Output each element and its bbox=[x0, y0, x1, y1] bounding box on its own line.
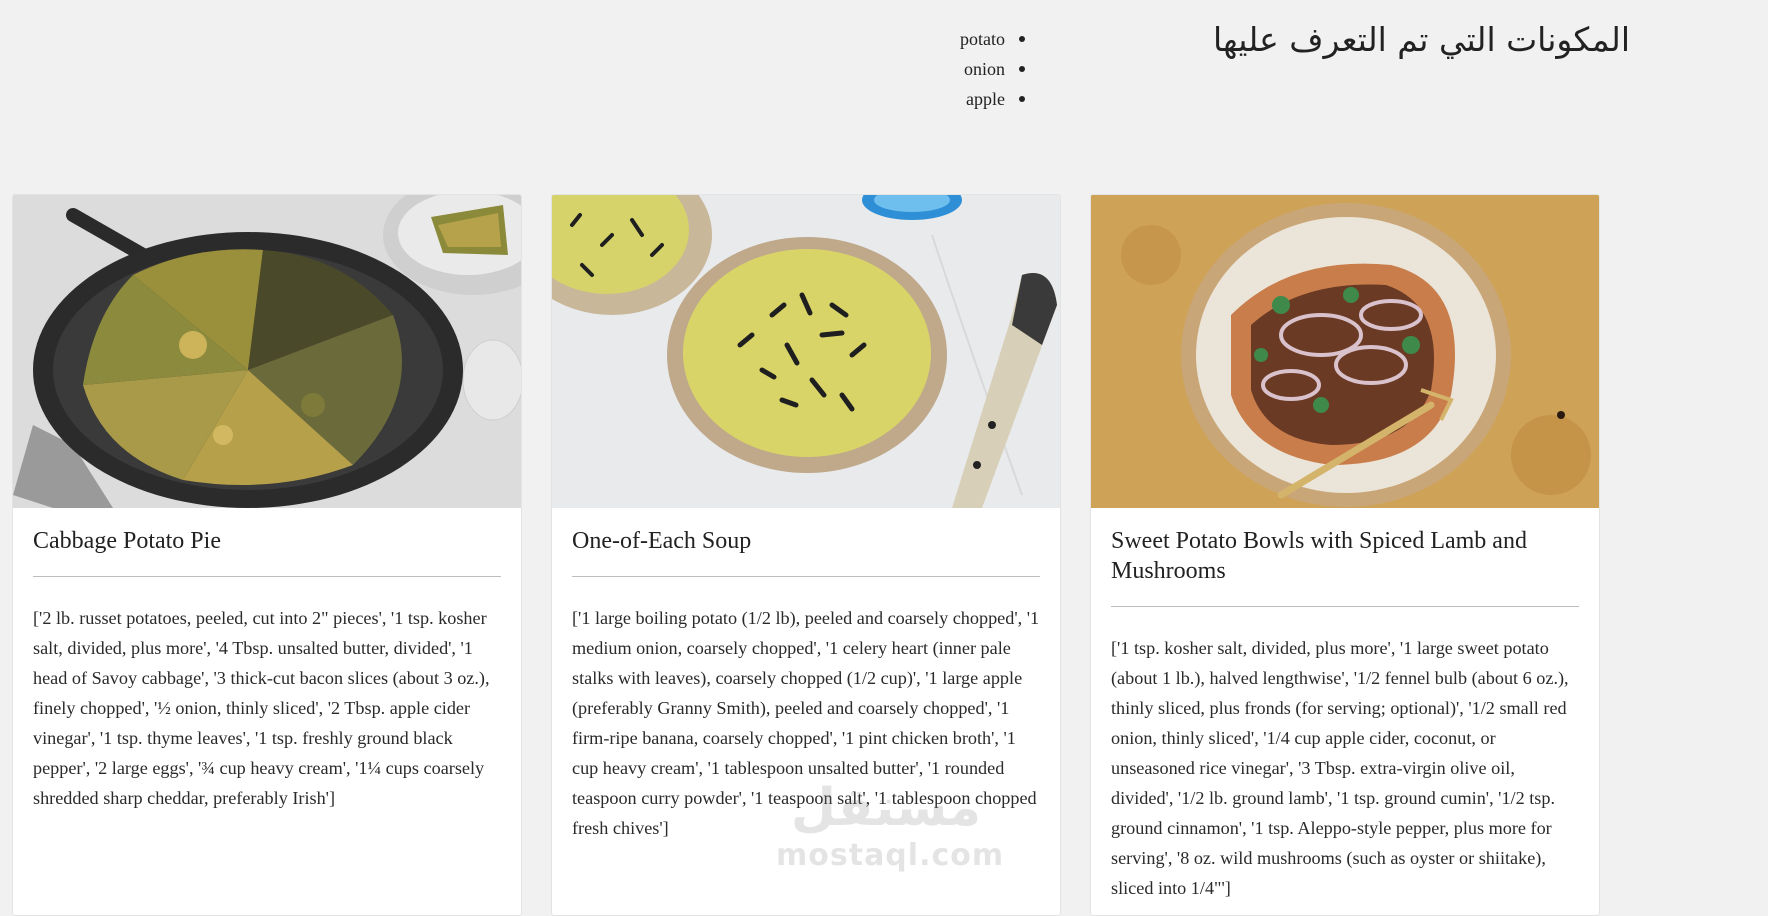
recipe-ingredients: ['2 lb. russet potatoes, peeled, cut int… bbox=[33, 608, 490, 808]
detected-ingredients-list: potato onion apple bbox=[960, 24, 1025, 114]
page-title: المكونات التي تم التعرف عليها bbox=[1212, 20, 1630, 59]
ingredient-item: apple bbox=[960, 84, 1025, 114]
ingredient-label: potato bbox=[960, 29, 1005, 49]
bullet-icon bbox=[1019, 66, 1025, 72]
ingredient-item: potato bbox=[960, 24, 1025, 54]
page-header: المكونات التي تم التعرف عليها potato oni… bbox=[0, 0, 1768, 140]
divider bbox=[33, 576, 501, 577]
bullet-icon bbox=[1019, 36, 1025, 42]
divider bbox=[1111, 606, 1579, 607]
recipe-card[interactable]: One-of-Each Soup ['1 large boiling potat… bbox=[551, 194, 1061, 916]
ingredient-label: onion bbox=[963, 59, 1005, 79]
bullet-icon bbox=[1019, 96, 1025, 102]
frittata-skillet-photo bbox=[13, 195, 521, 508]
recipe-title[interactable]: One-of-Each Soup bbox=[572, 526, 1040, 556]
recipe-ingredients: ['1 large boiling potato (1/2 lb), peele… bbox=[572, 608, 1040, 838]
recipe-ingredients: ['1 tsp. kosher salt, divided, plus more… bbox=[1111, 638, 1569, 898]
sweet-potato-plate-photo bbox=[1091, 195, 1599, 508]
recipe-title[interactable]: Sweet Potato Bowls with Spiced Lamb and … bbox=[1111, 526, 1579, 586]
recipe-card[interactable]: Sweet Potato Bowls with Spiced Lamb and … bbox=[1090, 194, 1600, 916]
divider bbox=[572, 576, 1040, 577]
green-soup-bowl-photo bbox=[552, 195, 1060, 508]
recipe-title[interactable]: Cabbage Potato Pie bbox=[33, 526, 501, 556]
ingredient-label: apple bbox=[966, 89, 1005, 109]
recipe-card[interactable]: Cabbage Potato Pie ['2 lb. russet potato… bbox=[12, 194, 522, 916]
ingredient-item: onion bbox=[960, 54, 1025, 84]
